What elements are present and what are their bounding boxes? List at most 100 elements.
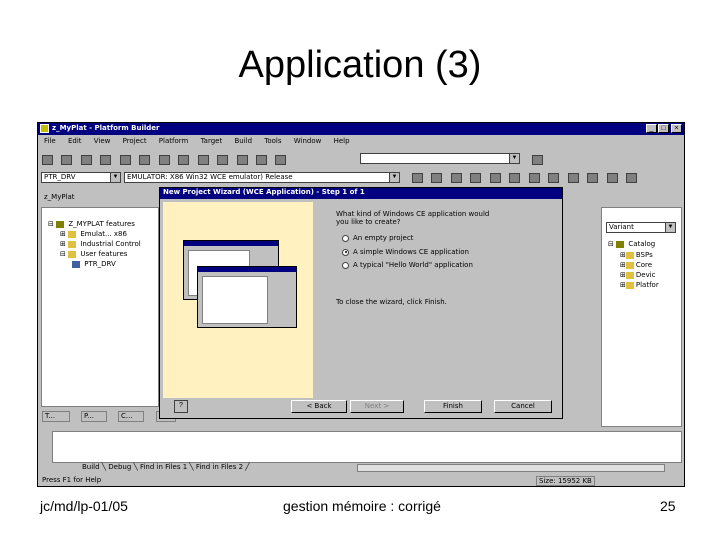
tree-item-industrial[interactable]: ⊞ Industrial Control	[60, 240, 141, 248]
home-icon[interactable]	[625, 173, 637, 183]
catalog-item-label: BSPs	[635, 251, 653, 259]
variant-combo[interactable]: Variant ▼	[606, 222, 676, 233]
menu-file[interactable]: File	[44, 137, 56, 145]
open-icon[interactable]	[61, 155, 73, 165]
find-icon[interactable]	[275, 155, 287, 165]
menubar: File Edit View Project Platform Target B…	[38, 137, 684, 149]
paste-icon[interactable]	[158, 155, 170, 165]
option-empty-project[interactable]: An empty project	[342, 234, 413, 242]
collapse-icon: ⊟	[60, 250, 66, 258]
close-button[interactable]: ×	[671, 124, 682, 133]
tab-build[interactable]: Build	[82, 463, 100, 471]
folder-icon	[625, 251, 634, 259]
tree-item-label: Emulat... x86	[80, 230, 127, 238]
platform-combo[interactable]: PTR_DRV ▼	[41, 172, 121, 183]
redo-icon[interactable]	[197, 155, 209, 165]
menu-help[interactable]: Help	[334, 137, 350, 145]
tree-item-root[interactable]: ⊟ Z_MYPLAT features	[48, 220, 135, 228]
rebuild-icon[interactable]	[431, 173, 443, 183]
catalog-item-label: Devic	[635, 271, 656, 279]
undo-icon[interactable]	[178, 155, 190, 165]
back-icon[interactable]	[548, 173, 560, 183]
dialog-title: New Project Wizard (WCE Application) - S…	[163, 188, 365, 196]
menu-edit[interactable]: Edit	[68, 137, 82, 145]
catalog-item-core[interactable]: ⊞ Core	[620, 261, 652, 269]
tab-features[interactable]: T...	[42, 411, 70, 422]
new-icon[interactable]	[42, 155, 53, 165]
illustration-window-front	[197, 266, 297, 328]
build-icon[interactable]	[412, 173, 423, 183]
radio-hello-world[interactable]	[342, 261, 349, 269]
chevron-down-icon[interactable]: ▼	[665, 223, 675, 232]
tree-item-emulator[interactable]: ⊞ Emulat... x86	[60, 230, 127, 238]
configuration-combo[interactable]: EMULATOR: X86 Win32 WCE emulator) Releas…	[124, 172, 400, 183]
catalog-root[interactable]: ⊟ Catalog	[608, 240, 655, 248]
find-combo[interactable]: ▼	[360, 153, 520, 164]
radio-simple-app[interactable]	[342, 248, 349, 256]
find-in-files-icon[interactable]	[532, 155, 543, 165]
forward-icon[interactable]	[567, 173, 579, 183]
tree-item-ptr-drv[interactable]: PTR_DRV	[72, 260, 116, 268]
radio-empty-project[interactable]	[342, 234, 349, 242]
window-titlebar[interactable]: z_MyPlat - Platform Builder _ □ ×	[38, 123, 684, 135]
catalog-item-bsps[interactable]: ⊞ BSPs	[620, 251, 653, 259]
chevron-down-icon[interactable]: ▼	[509, 154, 519, 163]
tab-debug[interactable]: Debug	[108, 463, 131, 471]
output-icon[interactable]	[236, 155, 248, 165]
menu-project[interactable]: Project	[123, 137, 147, 145]
menu-tools[interactable]: Tools	[264, 137, 281, 145]
help-icon[interactable]: ?	[174, 400, 188, 413]
catalog-item-device[interactable]: ⊞ Devic	[620, 271, 656, 279]
tree-item-user-features[interactable]: ⊟ User features	[60, 250, 127, 258]
windows-icon[interactable]	[255, 155, 267, 165]
menu-view[interactable]: View	[94, 137, 111, 145]
output-horizontal-scrollbar[interactable]	[357, 464, 665, 472]
collapse-icon: ⊟	[608, 240, 614, 248]
dialog-titlebar[interactable]: New Project Wizard (WCE Application) - S…	[160, 188, 562, 199]
variant-combo-value: Variant	[609, 223, 634, 231]
save-icon[interactable]	[80, 155, 92, 165]
cancel-button[interactable]: Cancel	[494, 400, 552, 413]
wizard-illustration	[163, 202, 313, 398]
menu-target[interactable]: Target	[201, 137, 223, 145]
workspace-header: z_MyPlat	[41, 191, 159, 205]
stop-build-icon[interactable]	[470, 173, 482, 183]
maximize-button[interactable]: □	[658, 124, 669, 133]
output-pane[interactable]	[52, 431, 682, 463]
catalog-item-platform[interactable]: ⊞ Platfor	[620, 281, 659, 289]
tab-parameters[interactable]: P...	[81, 411, 107, 422]
connect-icon[interactable]	[509, 173, 521, 183]
cut-icon[interactable]	[119, 155, 131, 165]
footer-left: jc/md/lp-01/05	[40, 498, 128, 514]
finish-button[interactable]: Finish	[424, 400, 482, 413]
option-hello-world[interactable]: A typical "Hello World" application	[342, 261, 473, 269]
copy-icon[interactable]	[139, 155, 151, 165]
workspace-icon[interactable]	[217, 155, 229, 165]
option-simple-app[interactable]: A simple Windows CE application	[342, 248, 469, 256]
option-label: A simple Windows CE application	[353, 248, 469, 256]
menu-window[interactable]: Window	[294, 137, 322, 145]
chevron-down-icon[interactable]: ▼	[389, 173, 399, 182]
workspace-tree: ⊟ Z_MYPLAT features ⊞ Emulat... x86 ⊞ In…	[41, 207, 159, 407]
menu-build[interactable]: Build	[234, 137, 252, 145]
save-all-icon[interactable]	[100, 155, 112, 165]
back-button[interactable]: < Back	[291, 400, 347, 413]
status-size: Size: 15952 KB	[536, 476, 595, 486]
menu-platform[interactable]: Platform	[159, 137, 189, 145]
next-button[interactable]: Next >	[350, 400, 404, 413]
option-label: An empty project	[353, 234, 414, 242]
status-help: Press F1 for Help	[42, 476, 102, 484]
debug-icon[interactable]	[587, 173, 599, 183]
catalog-panel: Variant ▼ ⊟ Catalog ⊞ BSPs ⊞ Core ⊞ Devic ⊞…	[601, 207, 682, 427]
compile-icon[interactable]	[450, 173, 462, 183]
settings-icon[interactable]	[528, 173, 540, 183]
tab-class[interactable]: C...	[118, 411, 144, 422]
workspace-header-label: z_MyPlat	[44, 193, 75, 201]
tab-find-in-files-2[interactable]: Find in Files 2	[196, 463, 243, 471]
download-icon[interactable]	[489, 173, 501, 183]
breakpoint-icon[interactable]	[606, 173, 618, 183]
wizard-question-line1: What kind of Windows CE application woul…	[336, 210, 490, 218]
minimize-button[interactable]: _	[646, 124, 657, 133]
tab-find-in-files-1[interactable]: Find in Files 1	[140, 463, 187, 471]
chevron-down-icon[interactable]: ▼	[110, 173, 120, 182]
